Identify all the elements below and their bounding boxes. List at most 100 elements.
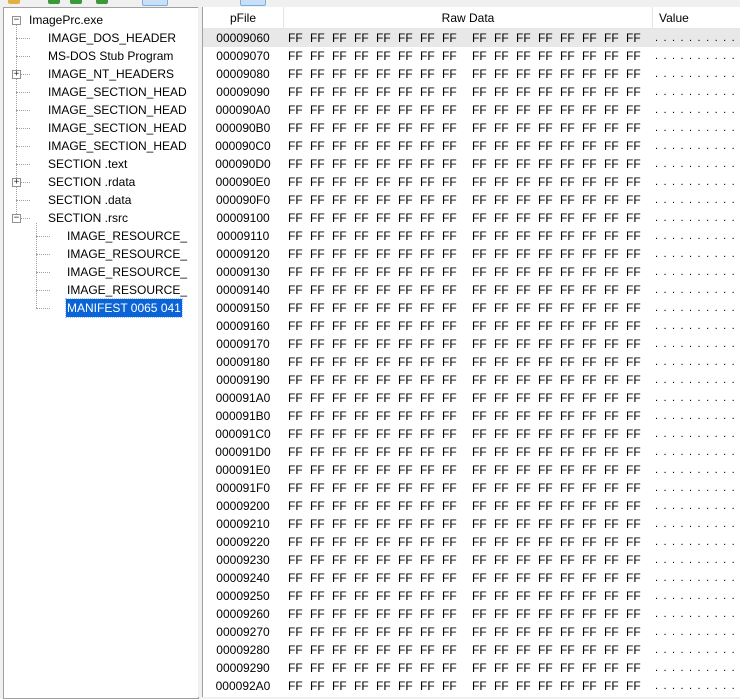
pfile-cell: 00009240 — [216, 571, 270, 585]
hex-byte: FF — [494, 193, 509, 207]
table-row[interactable]: 00009100 FF FF FF FF FF FF FF FF FF FF FF FF FF FF FF FF… — [203, 209, 740, 227]
pfile-cell: 00009200 — [216, 499, 270, 513]
table-row[interactable]: 000091C0 FF FF FF FF FF FF FF FF FF FF FF FF FF FF FF FF… — [203, 425, 740, 443]
toolbar-button-3[interactable] — [70, 0, 82, 4]
tree-view[interactable]: − ImagePrc.exe IMAGE_DOS_HEADER MS-DOS Stub… — [3, 7, 199, 699]
table-row[interactable]: 000091D0 FF FF FF FF FF FF FF FF FF FF FF FF FF FF FF FF… — [203, 443, 740, 461]
tree-node[interactable]: IMAGE_SECTION_HEAD — [47, 119, 188, 137]
table-row[interactable]: 00009140 FF FF FF FF FF FF FF FF FF FF FF FF FF FF FF FF… — [203, 281, 740, 299]
table-row[interactable]: 000090B0 FF FF FF FF FF FF FF FF FF FF FF FF FF FF FF FF… — [203, 119, 740, 137]
column-header-raw-data[interactable]: Raw Data — [284, 7, 653, 28]
hex-byte: FF — [516, 175, 531, 189]
hex-byte: FF — [310, 517, 325, 531]
column-header-pfile[interactable]: pFile — [203, 7, 284, 28]
table-row[interactable]: 00009060 FF FF FF FF FF FF FF FF FF FF FF FF FF FF FF FF… — [203, 29, 740, 47]
hex-byte: FF — [494, 175, 509, 189]
hex-byte: FF — [494, 391, 509, 405]
tree-node[interactable]: SECTION .rsrc — [47, 209, 129, 227]
table-row[interactable]: 000090A0 FF FF FF FF FF FF FF FF FF FF FF FF FF FF FF FF… — [203, 101, 740, 119]
hex-byte: FF — [516, 103, 531, 117]
tree-expand-icon[interactable]: + — [12, 70, 21, 79]
hex-byte: FF — [310, 301, 325, 315]
tree-node[interactable]: SECTION .text — [47, 155, 128, 173]
hex-byte: FF — [376, 679, 391, 693]
tree-node[interactable]: IMAGE_RESOURCE_ — [66, 263, 188, 281]
hex-grid[interactable]: pFile Raw Data Value 00009060 FF FF FF FF FF F… — [202, 7, 740, 697]
hex-byte: FF — [376, 553, 391, 567]
table-row[interactable]: 000092A0 FF FF FF FF FF FF FF FF FF FF FF FF FF FF FF FF… — [203, 677, 740, 695]
hex-byte: FF — [538, 67, 553, 81]
hex-byte: FF — [354, 247, 369, 261]
tree-node[interactable]: SECTION .rdata — [47, 173, 136, 191]
tree-node[interactable]: IMAGE_SECTION_HEAD — [47, 101, 188, 119]
hex-byte: FF — [310, 49, 325, 63]
table-row[interactable]: 00009130 FF FF FF FF FF FF FF FF FF FF FF FF FF FF FF FF… — [203, 263, 740, 281]
table-row[interactable]: 00009110 FF FF FF FF FF FF FF FF FF FF FF FF FF FF FF FF… — [203, 227, 740, 245]
tree-node[interactable]: IMAGE_NT_HEADERS — [47, 65, 175, 83]
hex-byte: FF — [310, 355, 325, 369]
table-row[interactable]: 00009190 FF FF FF FF FF FF FF FF FF FF FF FF FF FF FF FF… — [203, 371, 740, 389]
tree-node-selected[interactable]: MANIFEST 0065 041 — [65, 298, 183, 318]
table-row[interactable]: 00009240 FF FF FF FF FF FF FF FF FF FF FF FF FF FF FF FF… — [203, 569, 740, 587]
table-row[interactable]: 00009250 FF FF FF FF FF FF FF FF FF FF FF FF FF FF FF FF… — [203, 587, 740, 605]
table-row[interactable]: 00009080 FF FF FF FF FF FF FF FF FF FF FF FF FF FF FF FF… — [203, 65, 740, 83]
tree-expand-icon[interactable]: + — [12, 178, 21, 187]
hex-byte: FF — [310, 553, 325, 567]
table-row[interactable]: 00009200 FF FF FF FF FF FF FF FF FF FF FF FF FF FF FF FF… — [203, 497, 740, 515]
hex-byte: FF — [354, 427, 369, 441]
hex-byte: FF — [472, 445, 487, 459]
table-row[interactable]: 000091B0 FF FF FF FF FF FF FF FF FF FF FF FF FF FF FF FF… — [203, 407, 740, 425]
hex-byte: FF — [538, 319, 553, 333]
value-cell: . . . . . . . . . . — [655, 302, 736, 314]
table-row[interactable]: 000091A0 FF FF FF FF FF FF FF FF FF FF FF FF FF FF FF FF… — [203, 389, 740, 407]
hex-byte: FF — [582, 463, 597, 477]
hex-byte: FF — [442, 319, 457, 333]
toolbar-button-4[interactable] — [96, 0, 108, 4]
table-row[interactable]: 000091F0 FF FF FF FF FF FF FF FF FF FF FF FF FF FF FF FF… — [203, 479, 740, 497]
hex-byte: FF — [376, 247, 391, 261]
table-row[interactable]: 00009170 FF FF FF FF FF FF FF FF FF FF FF FF FF FF FF FF… — [203, 335, 740, 353]
table-row[interactable]: 000091E0 FF FF FF FF FF FF FF FF FF FF FF FF FF FF FF FF… — [203, 461, 740, 479]
toolbar-button-1[interactable] — [8, 0, 20, 4]
tree-node[interactable]: SECTION .data — [47, 191, 132, 209]
hex-byte: FF — [288, 679, 303, 693]
toolbar-button-5[interactable] — [142, 0, 168, 6]
table-row[interactable]: 000090E0 FF FF FF FF FF FF FF FF FF FF FF FF FF FF FF FF… — [203, 173, 740, 191]
tree-node[interactable]: IMAGE_SECTION_HEAD — [47, 137, 188, 155]
table-row[interactable]: 00009160 FF FF FF FF FF FF FF FF FF FF FF FF FF FF FF FF… — [203, 317, 740, 335]
hex-byte: FF — [604, 193, 619, 207]
tree-node[interactable]: MS-DOS Stub Program — [47, 47, 174, 65]
table-row[interactable]: 000090D0 FF FF FF FF FF FF FF FF FF FF FF FF FF FF FF FF… — [203, 155, 740, 173]
table-row[interactable]: 00009210 FF FF FF FF FF FF FF FF FF FF FF FF FF FF FF FF… — [203, 515, 740, 533]
hex-byte: FF — [376, 319, 391, 333]
hex-byte: FF — [494, 481, 509, 495]
tree-node[interactable]: IMAGE_DOS_HEADER — [47, 29, 177, 47]
table-row[interactable]: 00009260 FF FF FF FF FF FF FF FF FF FF FF FF FF FF FF FF… — [203, 605, 740, 623]
table-row[interactable]: 00009220 FF FF FF FF FF FF FF FF FF FF FF FF FF FF FF FF… — [203, 533, 740, 551]
tree-root[interactable]: ImagePrc.exe — [28, 11, 104, 29]
table-row[interactable]: 00009070 FF FF FF FF FF FF FF FF FF FF FF FF FF FF FF FF… — [203, 47, 740, 65]
table-row[interactable]: 00009280 FF FF FF FF FF FF FF FF FF FF FF FF FF FF FF FF… — [203, 641, 740, 659]
toolbar-button-6[interactable] — [240, 0, 266, 6]
pfile-cell: 000091D0 — [215, 445, 271, 459]
toolbar-button-2[interactable] — [48, 0, 60, 4]
hex-byte: FF — [288, 319, 303, 333]
table-row[interactable]: 000090C0 FF FF FF FF FF FF FF FF FF FF FF FF FF FF FF FF… — [203, 137, 740, 155]
table-row[interactable]: 00009270 FF FF FF FF FF FF FF FF FF FF FF FF FF FF FF FF… — [203, 623, 740, 641]
table-row[interactable]: 00009150 FF FF FF FF FF FF FF FF FF FF FF FF FF FF FF FF… — [203, 299, 740, 317]
table-row[interactable]: 00009290 FF FF FF FF FF FF FF FF FF FF FF FF FF FF FF FF… — [203, 659, 740, 677]
table-row[interactable]: 00009090 FF FF FF FF FF FF FF FF FF FF FF FF FF FF FF FF… — [203, 83, 740, 101]
table-row[interactable]: 000090F0 FF FF FF FF FF FF FF FF FF FF FF FF FF FF FF FF… — [203, 191, 740, 209]
column-header-value[interactable]: Value — [653, 7, 740, 28]
tree-node[interactable]: IMAGE_RESOURCE_ — [66, 227, 188, 245]
table-row[interactable]: 00009120 FF FF FF FF FF FF FF FF FF FF FF FF FF FF FF FF… — [203, 245, 740, 263]
value-cell: . . . . . . . . . . — [655, 464, 736, 476]
tree-node[interactable]: IMAGE_SECTION_HEAD — [47, 83, 188, 101]
tree-node[interactable]: IMAGE_RESOURCE_ — [66, 281, 188, 299]
value-cell: . . . . . . . . . . — [655, 410, 736, 422]
table-row[interactable]: 00009230 FF FF FF FF FF FF FF FF FF FF FF FF FF FF FF FF… — [203, 551, 740, 569]
tree-collapse-icon[interactable]: − — [12, 16, 21, 25]
tree-node[interactable]: IMAGE_RESOURCE_ — [66, 245, 188, 263]
tree-collapse-icon[interactable]: − — [12, 214, 21, 223]
table-row[interactable]: 00009180 FF FF FF FF FF FF FF FF FF FF FF FF FF FF FF FF… — [203, 353, 740, 371]
